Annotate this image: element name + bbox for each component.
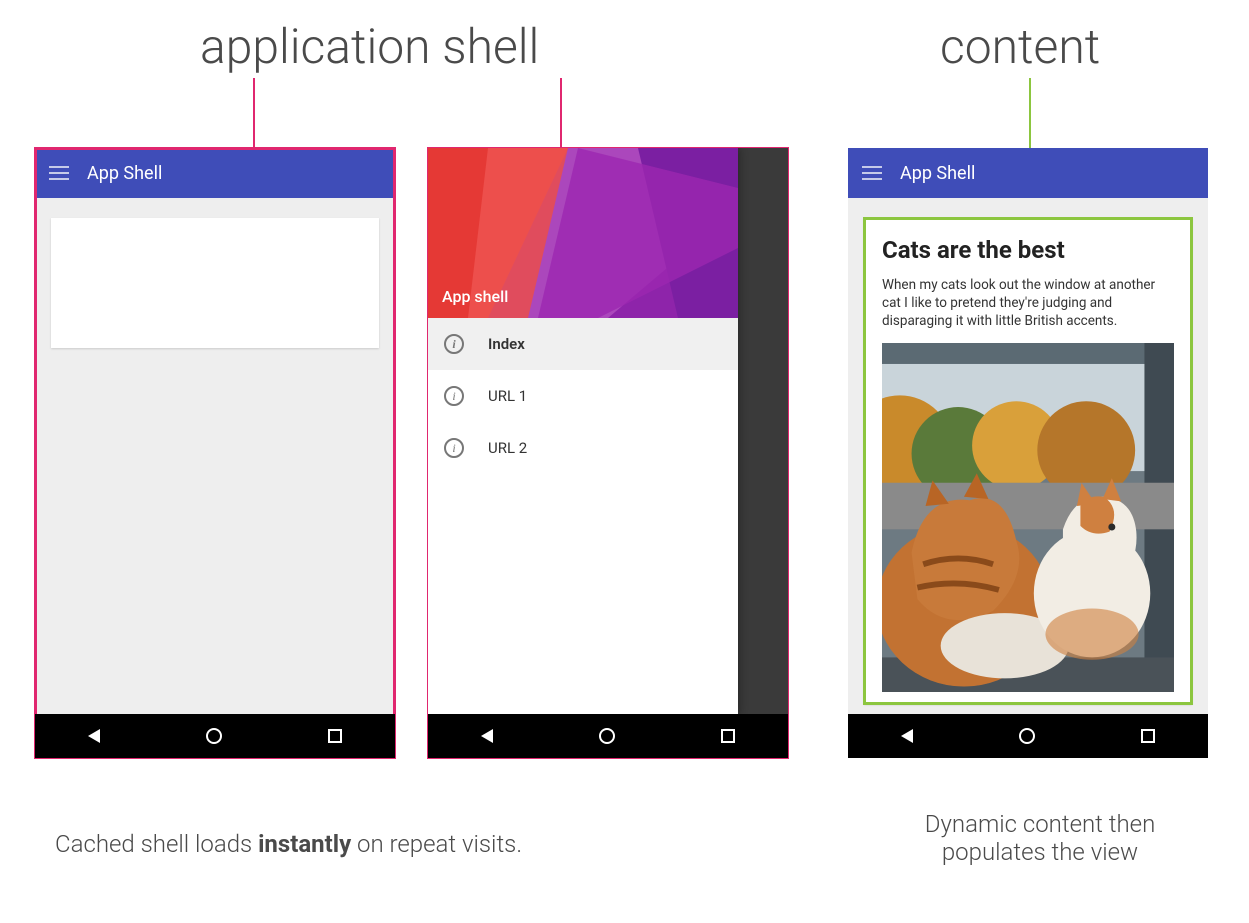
article-body: When my cats look out the window at anot… [882, 276, 1174, 331]
heading-app-shell: application shell [200, 18, 539, 75]
drawer-item-label: URL 1 [488, 387, 527, 405]
drawer-item-label: URL 2 [488, 439, 527, 457]
hamburger-icon[interactable] [862, 166, 882, 180]
appbar: App Shell [848, 148, 1208, 198]
android-navbar [848, 714, 1208, 758]
caption-shell: Cached shell loads instantly on repeat v… [55, 830, 775, 858]
appbar: App Shell [35, 148, 395, 198]
connector-line-shell-2 [560, 78, 562, 148]
drawer-item-label: Index [488, 335, 525, 353]
phone-shell-drawer: App shell i Index i URL 1 i URL 2 [428, 148, 788, 758]
article-image-cats [882, 343, 1174, 692]
phone-shell-empty: App Shell [35, 148, 395, 758]
caption-shell-post: on repeat visits. [351, 830, 522, 858]
drawer-header-title: App shell [442, 287, 508, 306]
drawer-item-url1[interactable]: i URL 1 [428, 370, 738, 422]
info-icon: i [444, 386, 464, 406]
nav-back-icon[interactable] [481, 729, 493, 743]
nav-home-icon[interactable] [1019, 728, 1035, 744]
drawer-item-index[interactable]: i Index [428, 318, 738, 370]
caption-shell-pre: Cached shell loads [55, 830, 258, 858]
nav-drawer: App shell i Index i URL 1 i URL 2 [428, 148, 738, 714]
hamburger-icon[interactable] [49, 166, 69, 180]
connector-line-shell-1 [253, 78, 255, 148]
heading-content: content [940, 18, 1100, 75]
caption-content: Dynamic content then populates the view [870, 810, 1210, 866]
appbar-title: App Shell [87, 163, 162, 184]
android-navbar [428, 714, 788, 758]
content-card: Cats are the best When my cats look out … [864, 218, 1192, 704]
nav-back-icon[interactable] [901, 729, 913, 743]
nav-recent-icon[interactable] [328, 729, 342, 743]
drawer-item-url2[interactable]: i URL 2 [428, 422, 738, 474]
content-placeholder-card [51, 218, 379, 348]
info-icon: i [444, 438, 464, 458]
nav-home-icon[interactable] [599, 728, 615, 744]
nav-recent-icon[interactable] [721, 729, 735, 743]
nav-recent-icon[interactable] [1141, 729, 1155, 743]
caption-shell-strong: instantly [258, 830, 351, 858]
article-title: Cats are the best [882, 236, 1174, 264]
nav-back-icon[interactable] [88, 729, 100, 743]
android-navbar [35, 714, 395, 758]
info-icon: i [444, 334, 464, 354]
nav-home-icon[interactable] [206, 728, 222, 744]
drawer-list: i Index i URL 1 i URL 2 [428, 318, 738, 714]
appbar-title: App Shell [900, 163, 975, 184]
phone-content: App Shell Cats are the best When my cats… [848, 148, 1208, 758]
drawer-header: App shell [428, 148, 738, 318]
